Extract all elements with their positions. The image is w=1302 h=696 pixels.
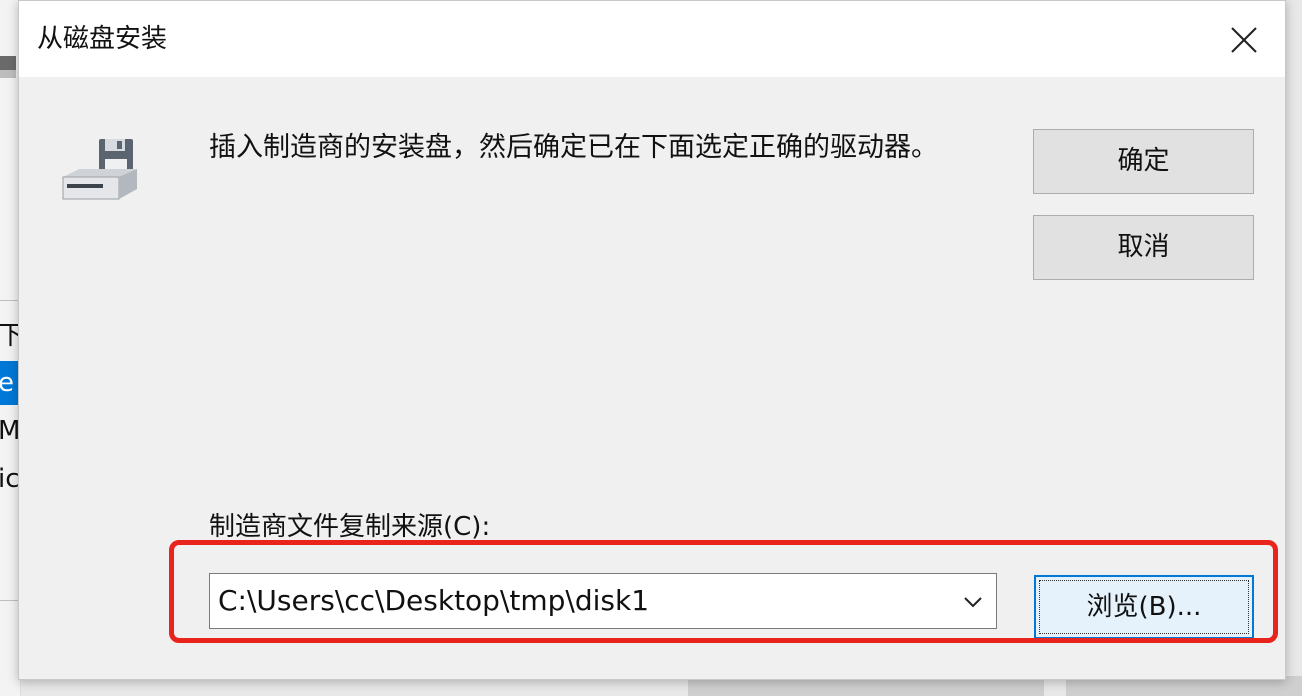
dialog-title: 从磁盘安装: [37, 24, 168, 54]
background-divider: [0, 300, 20, 301]
cancel-button[interactable]: 取消: [1033, 215, 1254, 280]
background-list-item-selected[interactable]: e: [0, 361, 20, 405]
ok-button[interactable]: 确定: [1033, 129, 1254, 194]
instruction-text: 插入制造商的安装盘，然后确定已在下面选定正确的驱动器。: [209, 132, 938, 163]
background-text: 下: [0, 321, 20, 351]
floppy-drive-icon: [62, 139, 137, 200]
close-button[interactable]: [1219, 15, 1269, 65]
background-list-item[interactable]: ic: [0, 457, 20, 501]
title-bar: 从磁盘安装: [19, 1, 1285, 77]
background-divider: [0, 600, 20, 601]
red-highlight-annotation: [169, 540, 1278, 643]
drive-icon: [0, 56, 16, 78]
install-from-disk-dialog: 从磁盘安装 插入制造商的安装盘，然后确定已在下面选定正确的驱动器。 确定 取消 …: [18, 0, 1286, 680]
background-list-item[interactable]: Mi: [0, 409, 20, 453]
close-icon: [1231, 27, 1257, 53]
